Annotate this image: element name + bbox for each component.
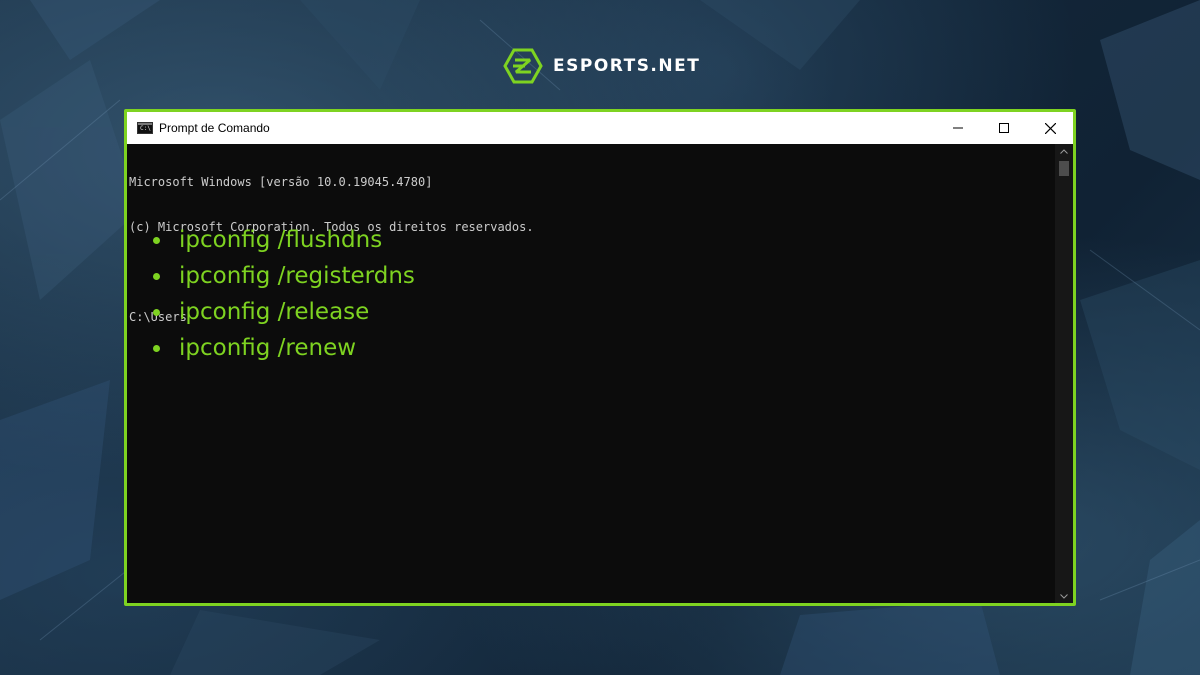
bullet-icon <box>153 272 160 280</box>
bullet-icon <box>153 308 160 316</box>
ipconfig-command-list: ipconfig /flushdns ipconfig /registerdns… <box>153 222 415 366</box>
command-text: ipconfig /renew <box>179 335 357 361</box>
vertical-scrollbar[interactable] <box>1055 144 1073 603</box>
brand-name: ESPORTS.NET <box>553 56 701 76</box>
window-titlebar[interactable]: C:\ Prompt de Comando <box>127 112 1073 144</box>
command-prompt-window[interactable]: C:\ Prompt de Comando Microsoft Windows … <box>124 109 1076 606</box>
list-item: ipconfig /flushdns <box>153 222 415 258</box>
maximize-button[interactable] <box>981 112 1027 144</box>
list-item: ipconfig /release <box>153 294 415 330</box>
esports-net-logo[interactable]: ESPORTS.NET <box>503 48 700 84</box>
esports-net-logo-icon <box>503 48 543 84</box>
bullet-icon <box>153 236 160 244</box>
close-icon <box>1044 122 1056 134</box>
chevron-up-icon <box>1060 148 1068 154</box>
chevron-down-icon <box>1060 593 1068 599</box>
cmd-icon: C:\ <box>137 122 153 134</box>
minimize-button[interactable] <box>935 112 981 144</box>
list-item: ipconfig /registerdns <box>153 258 415 294</box>
scroll-down-button[interactable] <box>1055 589 1073 603</box>
console-line: Microsoft Windows [versão 10.0.19045.478… <box>129 175 433 189</box>
close-button[interactable] <box>1027 112 1073 144</box>
cmd-icon-label: C:\ <box>140 125 151 132</box>
list-item: ipconfig /renew <box>153 330 415 366</box>
minimize-icon <box>953 127 963 129</box>
command-text: ipconfig /release <box>179 299 370 325</box>
maximize-icon <box>999 123 1009 133</box>
console-output[interactable]: Microsoft Windows [versão 10.0.19045.478… <box>127 144 1055 603</box>
scroll-thumb[interactable] <box>1059 161 1069 176</box>
bullet-icon <box>153 344 160 352</box>
command-text: ipconfig /registerdns <box>179 263 415 289</box>
window-controls <box>935 112 1073 144</box>
scroll-up-button[interactable] <box>1055 144 1073 158</box>
window-title: Prompt de Comando <box>159 121 270 135</box>
command-text: ipconfig /flushdns <box>179 227 383 253</box>
